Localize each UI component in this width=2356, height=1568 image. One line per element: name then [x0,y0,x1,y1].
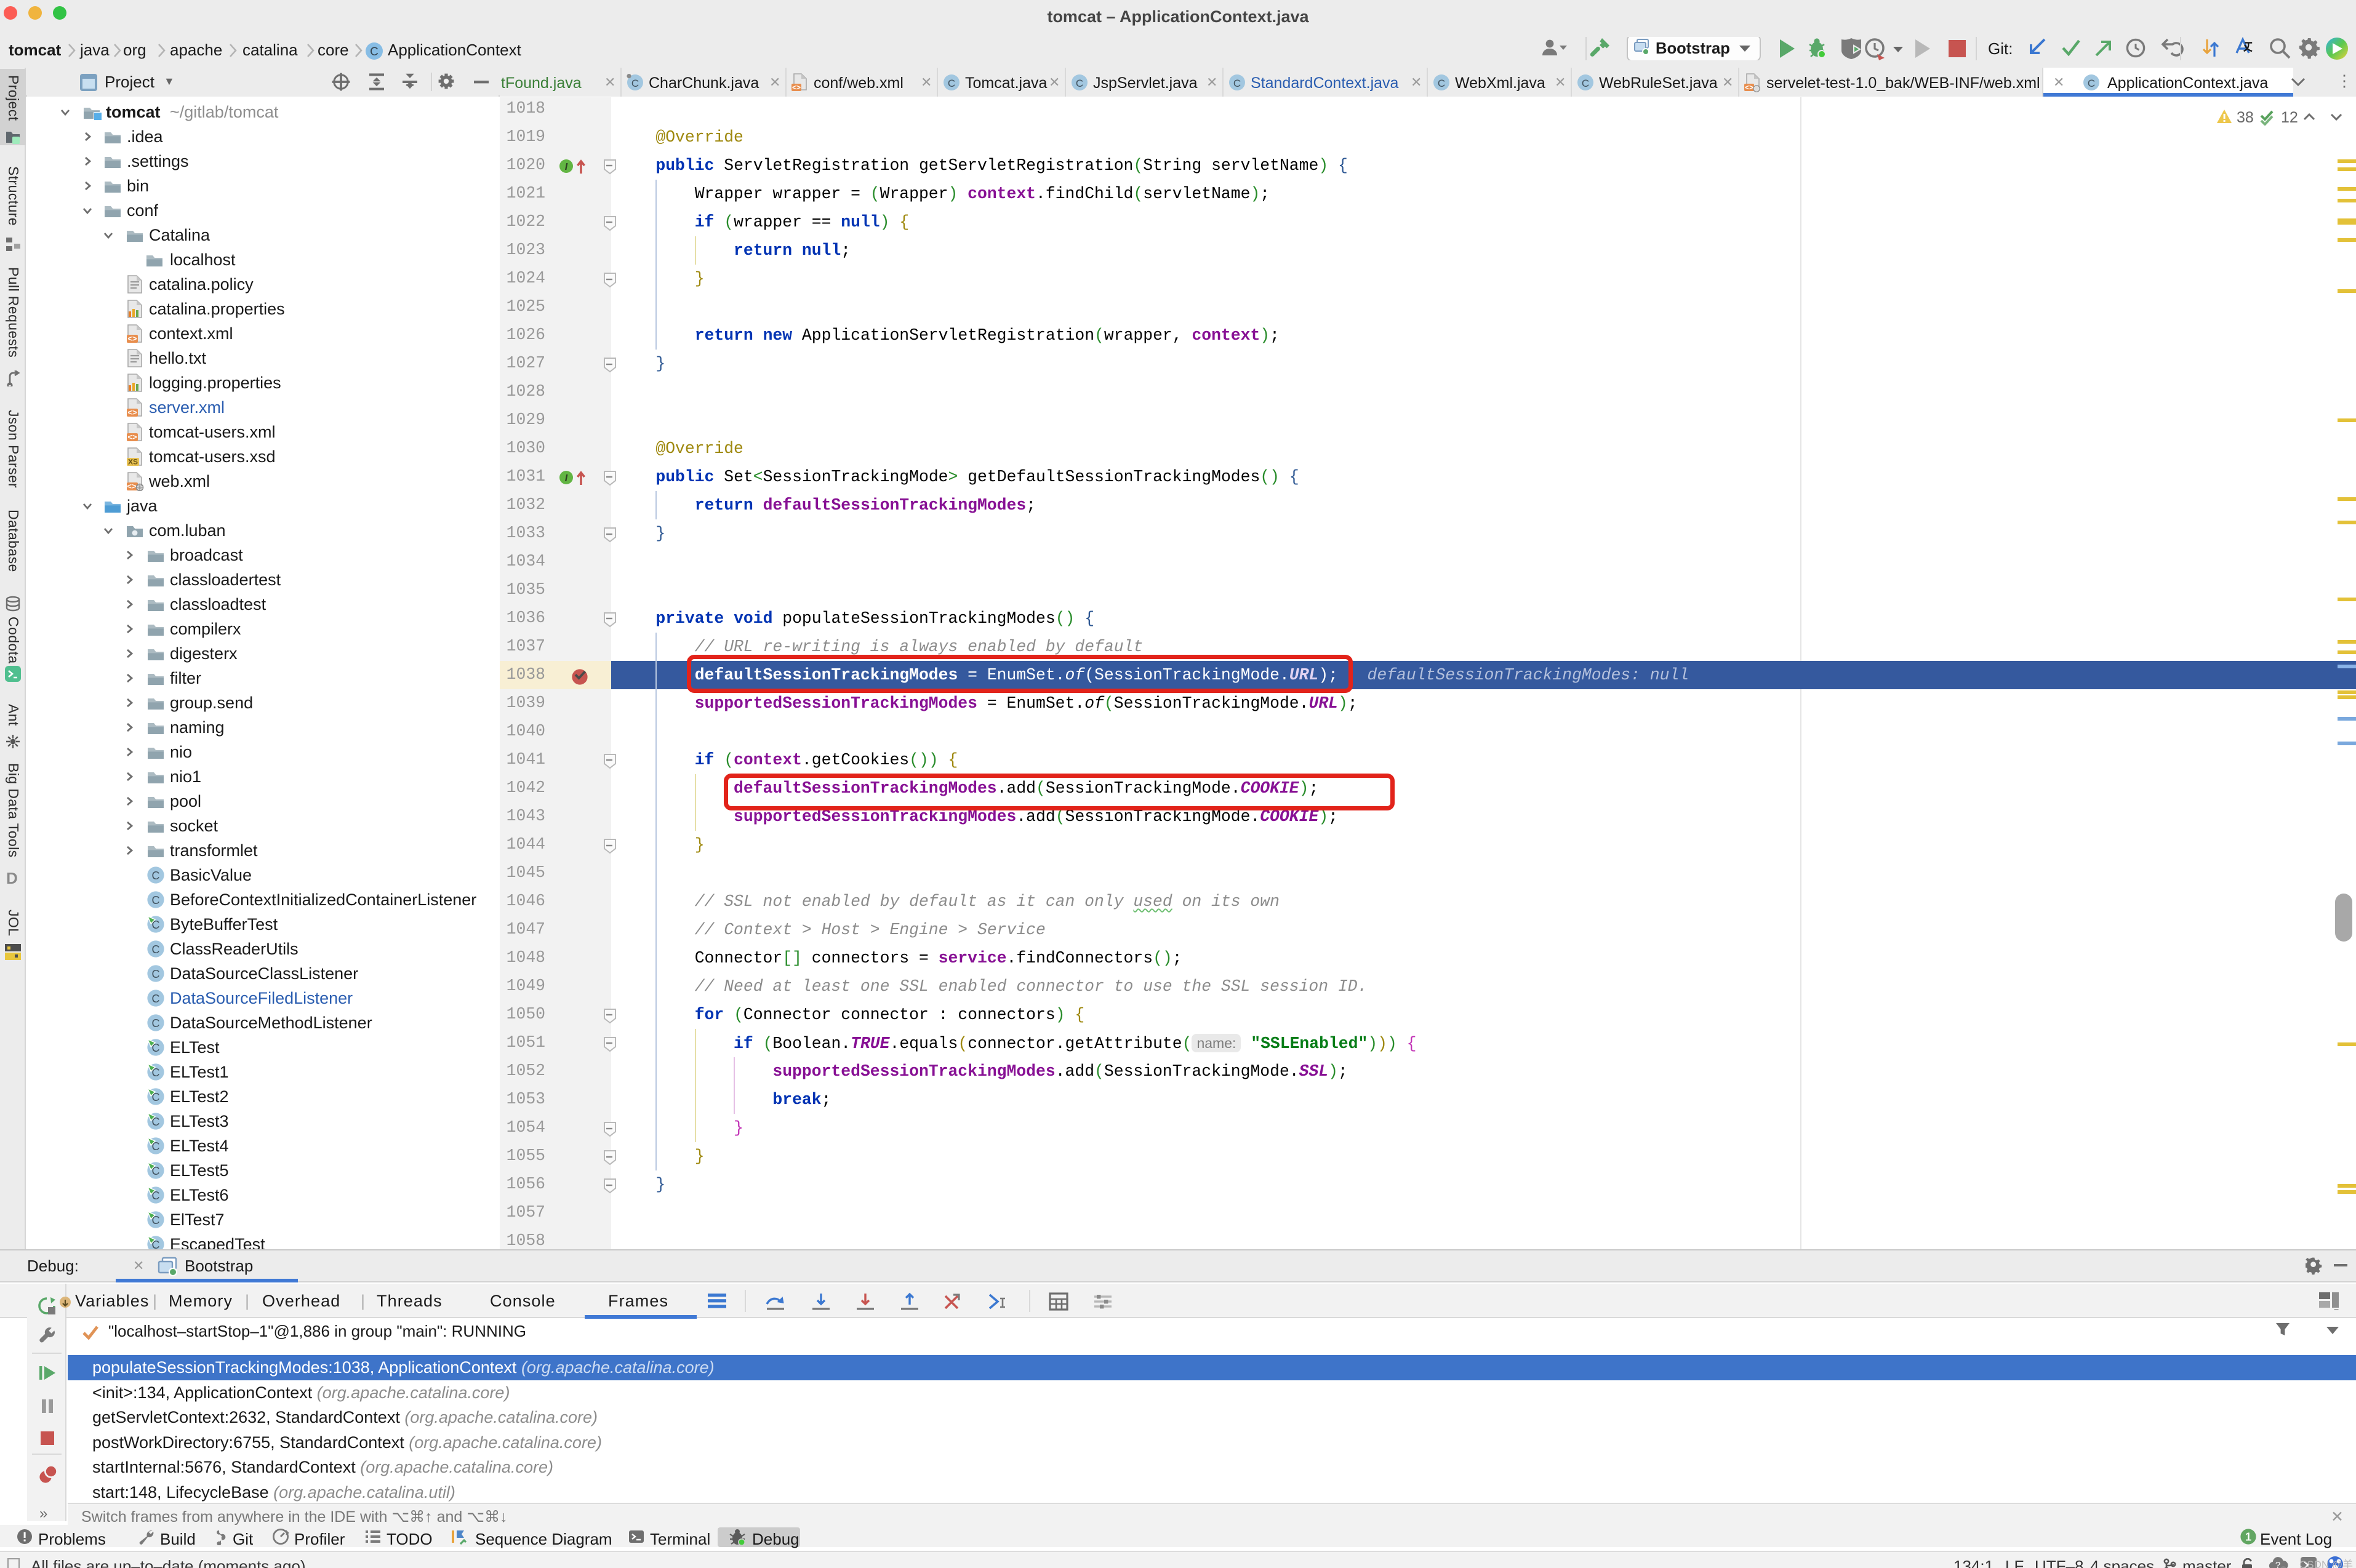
svg-text:C: C [948,78,955,89]
svg-text:C: C [1076,78,1083,89]
svg-text:?: ? [2275,1560,2280,1568]
svg-text:Bootstrap: Bootstrap [1656,40,1730,57]
svg-text:C: C [152,894,160,906]
svg-text:XS: XS [128,458,138,466]
svg-text:C: C [2088,78,2095,89]
svg-text:1: 1 [2245,1531,2251,1543]
svg-text:C: C [152,943,160,956]
svg-text:C: C [1438,78,1445,89]
svg-text:<>: <> [1745,83,1753,92]
svg-text:C: C [370,46,379,58]
svg-text:12: 12 [2281,109,2298,126]
svg-text:C: C [1233,78,1241,89]
svg-text:<>: <> [127,433,137,442]
svg-text:I: I [565,473,568,484]
svg-text:38: 38 [2237,109,2254,126]
svg-text:C: C [631,78,639,89]
svg-text:C: C [152,1017,160,1030]
svg-text:C: C [152,870,160,882]
svg-text:C: C [1582,78,1589,89]
svg-text:I: I [565,162,568,172]
svg-text:Git:: Git: [1988,39,2013,58]
svg-text:C: C [152,993,160,1005]
svg-text:<>: <> [792,83,801,92]
svg-text:C: C [152,968,160,980]
svg-text:<>: <> [127,334,137,343]
svg-text:<>: <> [127,482,137,491]
svg-text:<>: <> [127,408,137,417]
